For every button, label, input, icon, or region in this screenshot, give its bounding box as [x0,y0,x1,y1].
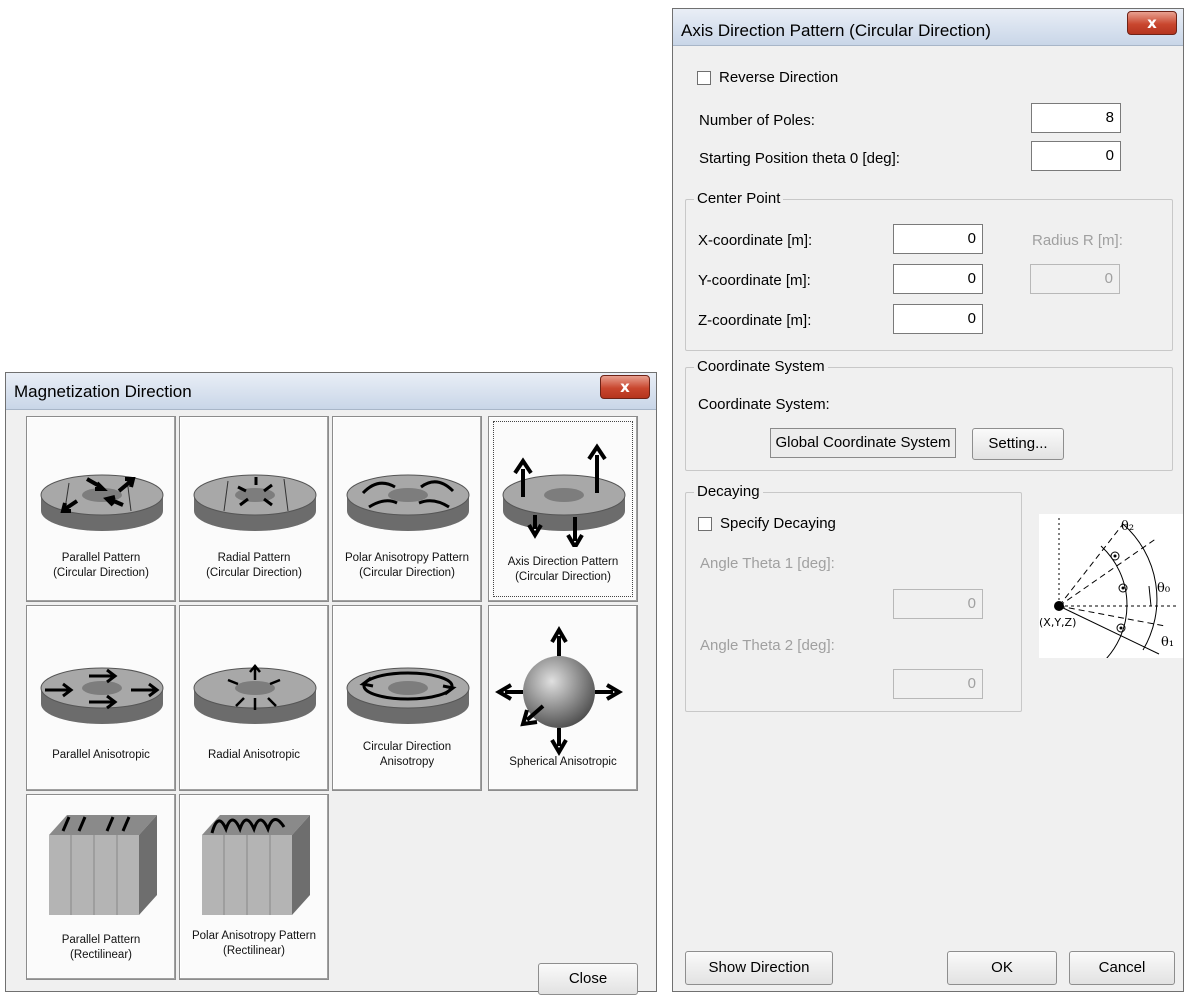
tile-label-line2: (Circular Direction) [359,567,455,579]
tile-axis-direction-circular[interactable]: Axis Direction Pattern (Circular Directi… [488,416,638,602]
tile-label-line1: Radial Pattern [217,552,291,564]
show-direction-button[interactable]: Show Direction [685,951,833,985]
axis-ring-icon [502,443,626,547]
tile-label-line2: (Circular Direction) [206,567,302,579]
radius-label: Radius R [m]: [1032,232,1123,249]
theta0-symbol: θ₀ [1157,581,1170,596]
decaying-diagram: θ₂ θ₀ θ₁ (X,Y,Z) [1039,514,1183,665]
theta1-label: Angle Theta 1 [deg]: [700,555,835,572]
z-coordinate-label: Z-coordinate [m]: [698,312,812,329]
y-coordinate-label: Y-coordinate [m]: [698,272,811,289]
radial-anisotropic-icon [193,664,317,724]
tile-label-line2: (Circular Direction) [515,571,611,583]
specify-decaying-label: Specify Decaying [720,515,836,532]
axis-direction-pattern-dialog: Axis Direction Pattern (Circular Directi… [672,8,1184,992]
dialog-title: Axis Direction Pattern (Circular Directi… [681,21,991,40]
title-bar: Axis Direction Pattern (Circular Directi… [673,9,1183,46]
tile-label-line1: Axis Direction Pattern [507,556,619,568]
tile-label-line1: Parallel Pattern [61,934,141,946]
coordinate-system-value: Global Coordinate System [770,428,956,458]
tile-spherical-anisotropic[interactable]: Spherical Anisotropic [488,605,638,791]
tile-label-line1: Polar Anisotropy Pattern [344,552,469,564]
close-window-button[interactable]: x [600,375,650,399]
parallel-block-icon [49,815,157,915]
radius-input[interactable]: 0 [1030,264,1120,294]
theta1-symbol: θ₁ [1161,635,1174,650]
radial-ring-icon [193,474,317,531]
tile-label-line1: Radial Anisotropic [207,749,301,761]
tile-radial-anisotropic[interactable]: Radial Anisotropic [179,605,329,791]
parallel-ring-icon [40,474,164,531]
tile-polar-anisotropy-rectilinear[interactable]: Polar Anisotropy Pattern (Rectilinear) [179,794,329,980]
tile-label-line2: Anisotropy [379,756,435,768]
tile-parallel-pattern-circular[interactable]: Parallel Pattern (Circular Direction) [26,416,176,602]
specify-decaying-checkbox[interactable] [698,517,712,531]
group-title: Center Point [694,190,784,207]
dialog-title: Magnetization Direction [14,382,192,401]
center-point-group: Center Point X-coordinate [m]: 0 Radius … [685,190,1173,351]
tile-label-line2: (Rectilinear) [223,945,285,957]
tile-parallel-pattern-rectilinear[interactable]: Parallel Pattern (Rectilinear) [26,794,176,980]
title-bar: Magnetization Direction x [6,373,656,410]
tile-radial-pattern-circular[interactable]: Radial Pattern (Circular Direction) [179,416,329,602]
poles-label: Number of Poles: [699,112,815,129]
parallel-anisotropic-icon [40,667,164,724]
poles-input[interactable]: 8 [1031,103,1121,133]
theta2-symbol: θ₂ [1121,519,1134,534]
coordinate-system-label: Coordinate System: [698,396,830,413]
start-position-input[interactable]: 0 [1031,141,1121,171]
tile-polar-anisotropy-circular[interactable]: Polar Anisotropy Pattern (Circular Direc… [332,416,482,602]
group-title: Coordinate System [694,358,828,375]
decaying-geometry-image: θ₂ θ₀ θ₁ (X,Y,Z) [1039,518,1179,665]
z-coordinate-input[interactable]: 0 [893,304,983,334]
tile-label-line1: Circular Direction [362,741,452,753]
group-title: Decaying [694,483,763,500]
polar-block-icon [202,815,310,915]
tile-label-line1: Polar Anisotropy Pattern [191,930,316,942]
tile-label-line1: Parallel Anisotropic [52,749,150,761]
origin-label: (X,Y,Z) [1039,616,1076,629]
theta2-label: Angle Theta 2 [deg]: [700,637,835,654]
sphere-icon [495,626,623,756]
tile-parallel-anisotropic[interactable]: Parallel Anisotropic [26,605,176,791]
tile-circular-direction-anisotropy[interactable]: Circular Direction Anisotropy [332,605,482,791]
circular-anisotropy-icon [346,667,470,724]
close-window-button[interactable]: x [1127,11,1177,35]
tile-label-line1: Spherical Anisotropic [509,756,617,768]
theta2-input[interactable]: 0 [893,669,983,699]
tile-label-line1: Parallel Pattern [61,552,141,564]
close-button[interactable]: Close [538,963,638,995]
x-coordinate-label: X-coordinate [m]: [698,232,813,249]
start-position-label: Starting Position theta 0 [deg]: [699,150,900,167]
reverse-direction-label: Reverse Direction [719,69,839,86]
tile-label-line2: (Rectilinear) [70,949,132,961]
coordinate-system-group: Coordinate System Coordinate System: Glo… [685,358,1173,471]
cancel-button[interactable]: Cancel [1069,951,1175,985]
ok-button[interactable]: OK [947,951,1057,985]
reverse-direction-checkbox[interactable] [697,71,711,85]
y-coordinate-input[interactable]: 0 [893,264,983,294]
setting-button[interactable]: Setting... [972,428,1064,460]
theta1-input[interactable]: 0 [893,589,983,619]
x-coordinate-input[interactable]: 0 [893,224,983,254]
polar-ring-icon [346,474,470,531]
decaying-group: Decaying Specify Decaying Angle Theta 1 … [685,483,1022,712]
tile-label-line2: (Circular Direction) [53,567,149,579]
magnetization-direction-dialog: Magnetization Direction x Parallel Patte… [5,372,657,995]
